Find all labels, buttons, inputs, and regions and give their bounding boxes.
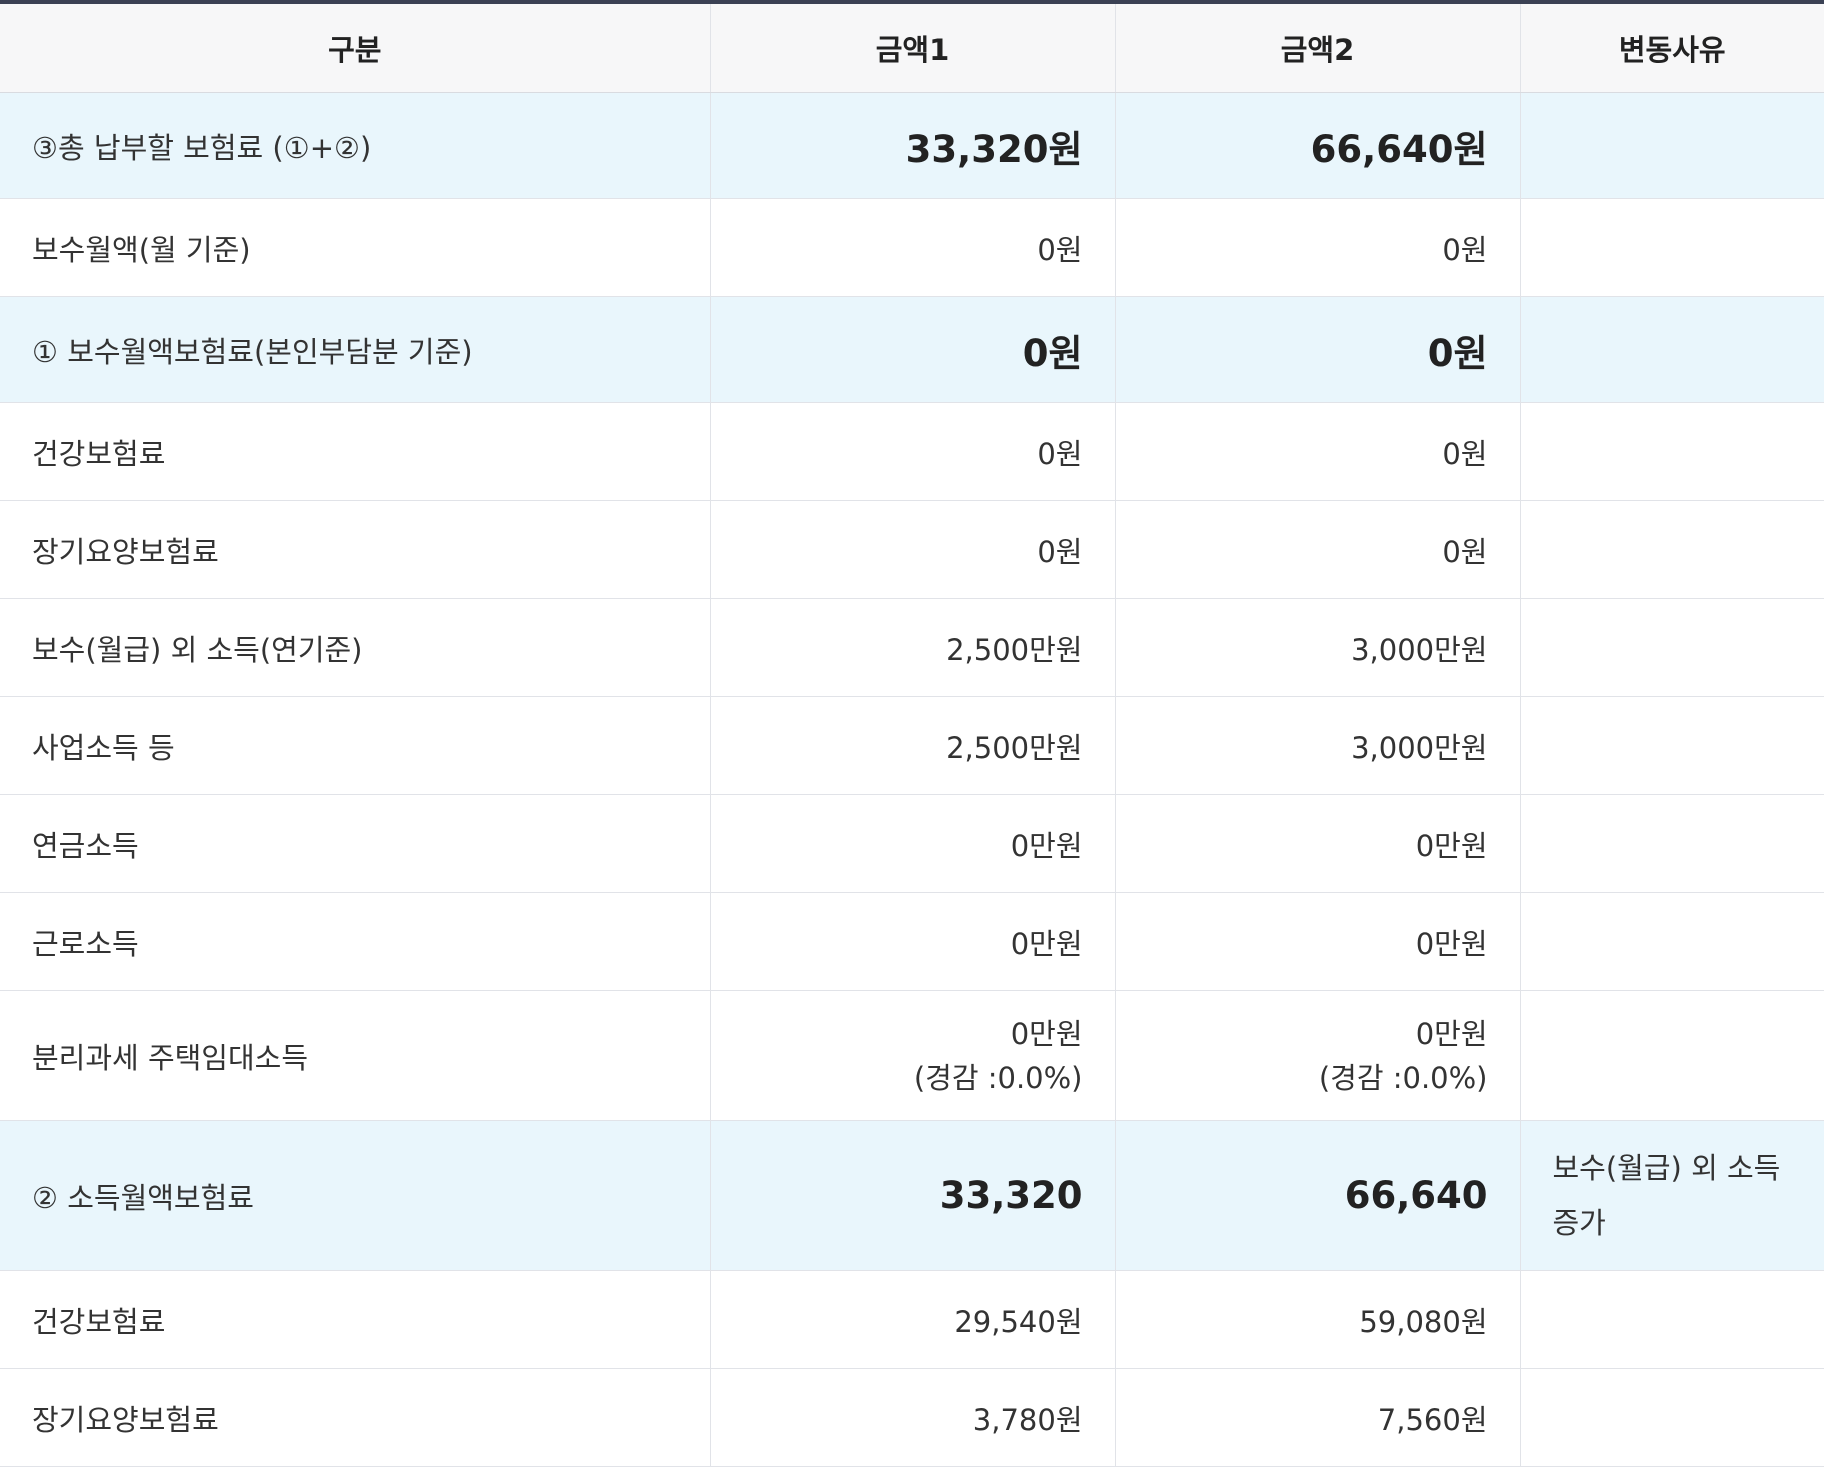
row-amount1: 3,780원: [709, 1368, 1115, 1467]
row-label: 장기요양보험료: [0, 500, 710, 599]
row-amount1: 33,320: [709, 1120, 1115, 1271]
row-reason: [1519, 92, 1824, 199]
row-amount2: 0만원 (경감 :0.0%): [1114, 990, 1520, 1121]
row-amount2: 0원: [1114, 198, 1520, 297]
header-change-reason: 변동사유: [1519, 2, 1824, 93]
table-row-non-wage-income: 보수(월급) 외 소득(연기준) 2,500만원 3,000만원: [0, 598, 1824, 697]
reason-line2: 증가: [1552, 1205, 1606, 1240]
row-amount2: 0만원: [1114, 794, 1520, 893]
row-label: ② 소득월액보험료: [0, 1120, 710, 1271]
row-label: 분리과세 주택임대소득: [0, 990, 710, 1121]
table-row-total-premium: ③총 납부할 보험료 (①+②) 33,320원 66,640원: [0, 92, 1824, 199]
row-label: 건강보험료: [0, 402, 710, 501]
table-row-health-insurance: 건강보험료 0원 0원: [0, 402, 1824, 501]
table-row-long-term-care-2: 장기요양보험료 3,780원 7,560원: [0, 1368, 1824, 1467]
rental-amount1-value: 0만원: [1010, 1016, 1083, 1051]
row-amount2: 3,000만원: [1114, 696, 1520, 795]
table-header-row: 구분 금액1 금액2 변동사유: [0, 2, 1824, 93]
row-reason: [1519, 1270, 1824, 1369]
row-label: 연금소득: [0, 794, 710, 893]
row-reason: [1519, 598, 1824, 697]
row-label: ① 보수월액보험료(본인부담분 기준): [0, 296, 710, 403]
row-amount1: 0원: [709, 296, 1115, 403]
row-amount1: 29,540원: [709, 1270, 1115, 1369]
row-amount2: 0원: [1114, 402, 1520, 501]
row-reason: [1519, 402, 1824, 501]
rental-amount2-reduction: (경감 :0.0%): [1318, 1060, 1488, 1095]
reason-line1: 보수(월급) 외 소득: [1552, 1150, 1781, 1185]
premium-comparison-table: 구분 금액1 금액2 변동사유 ③총 납부할 보험료 (①+②) 33,320원…: [0, 0, 1824, 1467]
row-amount1: 0원: [709, 500, 1115, 599]
row-reason: [1519, 892, 1824, 991]
row-label: 장기요양보험료: [0, 1368, 710, 1467]
table-row-rental-income: 분리과세 주택임대소득 0만원 (경감 :0.0%) 0만원 (경감 :0.0%…: [0, 990, 1824, 1121]
row-reason: 보수(월급) 외 소득 증가: [1519, 1120, 1824, 1271]
table-row-wage-premium: ① 보수월액보험료(본인부담분 기준) 0원 0원: [0, 296, 1824, 403]
row-amount2: 3,000만원: [1114, 598, 1520, 697]
row-amount2: 66,640: [1114, 1120, 1520, 1271]
row-label: 건강보험료: [0, 1270, 710, 1369]
table-row-pension-income: 연금소득 0만원 0만원: [0, 794, 1824, 893]
row-reason: [1519, 500, 1824, 599]
row-amount1: 0원: [709, 402, 1115, 501]
row-amount2: 7,560원: [1114, 1368, 1520, 1467]
row-reason: [1519, 696, 1824, 795]
row-amount1: 2,500만원: [709, 598, 1115, 697]
header-amount1: 금액1: [709, 2, 1115, 93]
table-row-monthly-wage: 보수월액(월 기준) 0원 0원: [0, 198, 1824, 297]
row-label: 보수월액(월 기준): [0, 198, 710, 297]
row-reason: [1519, 1368, 1824, 1467]
rental-amount1-reduction: (경감 :0.0%): [913, 1060, 1083, 1095]
table-row-health-insurance-2: 건강보험료 29,540원 59,080원: [0, 1270, 1824, 1369]
table-row-earned-income: 근로소득 0만원 0만원: [0, 892, 1824, 991]
table-row-long-term-care: 장기요양보험료 0원 0원: [0, 500, 1824, 599]
header-category: 구분: [0, 2, 710, 93]
row-amount1: 33,320원: [709, 92, 1115, 199]
row-label: 근로소득: [0, 892, 710, 991]
row-reason: [1519, 198, 1824, 297]
row-amount1: 0만원: [709, 892, 1115, 991]
row-amount2: 0만원: [1114, 892, 1520, 991]
row-amount1: 0원: [709, 198, 1115, 297]
header-amount2: 금액2: [1114, 2, 1520, 93]
row-reason: [1519, 990, 1824, 1121]
table-row-business-income: 사업소득 등 2,500만원 3,000만원: [0, 696, 1824, 795]
premium-comparison-table-container: 구분 금액1 금액2 변동사유 ③총 납부할 보험료 (①+②) 33,320원…: [0, 0, 1824, 1467]
row-amount2: 59,080원: [1114, 1270, 1520, 1369]
row-reason: [1519, 296, 1824, 403]
table-row-income-premium: ② 소득월액보험료 33,320 66,640 보수(월급) 외 소득 증가: [0, 1120, 1824, 1271]
row-amount2: 0원: [1114, 296, 1520, 403]
row-reason: [1519, 794, 1824, 893]
row-amount2: 0원: [1114, 500, 1520, 599]
row-amount1: 2,500만원: [709, 696, 1115, 795]
row-amount1: 0만원 (경감 :0.0%): [709, 990, 1115, 1121]
rental-amount2-value: 0만원: [1415, 1016, 1488, 1051]
row-label: 사업소득 등: [0, 696, 710, 795]
row-label: 보수(월급) 외 소득(연기준): [0, 598, 710, 697]
row-label: ③총 납부할 보험료 (①+②): [0, 92, 710, 199]
row-amount2: 66,640원: [1114, 92, 1520, 199]
row-amount1: 0만원: [709, 794, 1115, 893]
